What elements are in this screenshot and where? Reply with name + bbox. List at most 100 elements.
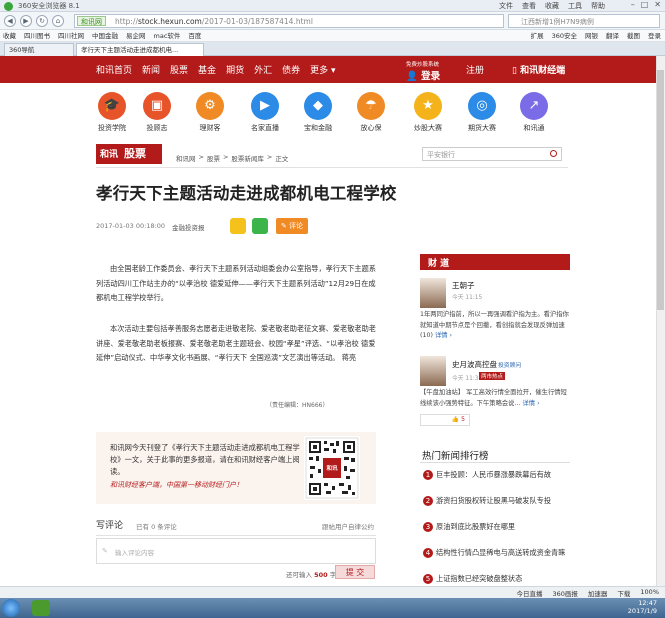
mortarboard-icon[interactable]: 🎓 <box>98 92 126 120</box>
service-label[interactable]: 理财客 <box>185 123 235 133</box>
bookmark-item[interactable]: 四川图书 <box>24 30 50 41</box>
comment-heading: 写评论 <box>96 521 124 531</box>
caijing-author-2[interactable]: 史月波高控盘 <box>452 359 497 370</box>
service-label[interactable]: 放心保 <box>346 123 396 133</box>
avatar[interactable] <box>420 278 446 308</box>
nav-forex[interactable]: 外汇 <box>254 63 272 76</box>
toolbar-translate[interactable]: 翻译 <box>606 30 619 42</box>
section-logo[interactable]: 和讯 股票 <box>96 144 162 164</box>
toolbar-ebank[interactable]: 网银 <box>585 30 598 42</box>
crumb-hexun[interactable]: 和讯网 <box>176 153 196 163</box>
nav-home[interactable]: 和讯首页 <box>96 63 132 76</box>
service-label[interactable]: 投资学院 <box>87 123 137 133</box>
service-label[interactable]: 投顾志 <box>132 123 182 133</box>
status-pictorial[interactable]: 360画报 <box>552 588 577 598</box>
bookmark-item[interactable]: 中国金融 <box>92 30 118 41</box>
browser-search-input[interactable]: 江西新增1例H7N9病例 <box>508 14 660 28</box>
crumb-stock-news[interactable]: 股票新闻库 <box>231 153 264 163</box>
close-icon[interactable]: ✕ <box>654 0 661 9</box>
weibo-share-icon[interactable] <box>230 218 246 234</box>
nav-news[interactable]: 新闻 <box>142 63 160 76</box>
crumb-stock[interactable]: 股票 <box>207 153 220 163</box>
briefcase-icon[interactable]: ▣ <box>143 92 171 120</box>
gear-icon[interactable]: ⚙ <box>196 92 224 120</box>
bookmark-item[interactable]: mac软件 <box>154 30 181 41</box>
breadcrumb: 和讯网 > 股票 > 股票新闻库 > 正文 <box>176 153 289 163</box>
back-icon[interactable]: ◀ <box>4 15 16 27</box>
toolbar-360safe[interactable]: 360安全 <box>552 30 577 42</box>
service-label[interactable]: 宝和金融 <box>293 123 343 133</box>
promo-text: 和讯网今天刊登了《孝行天下主题活动走进成都机电工程学校》一文，关于此事的更多报道… <box>110 443 300 476</box>
menu-file[interactable]: 文件 <box>499 1 513 11</box>
submit-comment-button[interactable]: 提 交 <box>335 565 375 579</box>
toolbar-login[interactable]: 登录 <box>648 30 661 42</box>
hotnews-item[interactable]: 3 原油到底比股票好在哪里 <box>420 520 578 536</box>
bookmark-item[interactable]: 收藏 <box>3 30 16 41</box>
umbrella-icon[interactable]: ☂ <box>357 92 385 120</box>
home-icon[interactable]: ⌂ <box>52 15 64 27</box>
status-accelerator[interactable]: 加速器 <box>588 588 608 598</box>
caijing-author-1[interactable]: 王朝子 <box>452 280 475 291</box>
bookmark-item[interactable]: 易企网 <box>126 30 146 41</box>
toolbar-screenshot[interactable]: 截图 <box>627 30 640 42</box>
article-paragraph-2: 本次活动主要包括孝善服务志愿者走进敬老院、爱老敬老助老征文赛、爱老敬老助老讲座、… <box>96 324 376 362</box>
nav-stock[interactable]: 股票 <box>170 63 188 76</box>
comment-textarea[interactable]: ✎ 输入评论内容 <box>96 538 376 564</box>
refresh-icon[interactable]: ↻ <box>36 15 48 27</box>
hotnews-item[interactable]: 4 结构性行情凸显稀电与高送转成资金青睐 <box>420 546 578 562</box>
trend-icon[interactable]: ↗ <box>520 92 548 120</box>
star-icon[interactable]: ★ <box>414 92 442 120</box>
browser-search-text: 江西新增1例H7N9病例 <box>521 18 594 26</box>
shield-icon[interactable]: ◆ <box>304 92 332 120</box>
menu-view[interactable]: 查看 <box>522 1 536 11</box>
menu-help[interactable]: 帮助 <box>591 1 605 11</box>
scrollbar-thumb[interactable] <box>657 70 664 310</box>
bookmark-item[interactable]: 四川社网 <box>58 30 84 41</box>
status-zoom[interactable]: 100% <box>640 588 659 598</box>
comment-header: 写评论 已有 0 条评论 跟帖用户自律公约 <box>96 518 376 536</box>
url-input[interactable]: 和讯网 http://stock.hexun.com/2017-01-03/18… <box>74 14 504 28</box>
stock-search-input[interactable]: 平安银行 <box>422 147 562 161</box>
toolbar-extensions[interactable]: 扩展 <box>531 30 544 42</box>
hotnews-item[interactable]: 2 游资扫货股权转让股黑马破发队专投 <box>420 494 578 510</box>
login-button[interactable]: 免费炒股系统 👤 登录 <box>406 60 440 82</box>
detail-link[interactable]: 详情 › <box>522 400 539 407</box>
tab-article[interactable]: 孝行天下主题活动走进成都机电... <box>76 43 204 56</box>
hotnews-item[interactable]: 1 巨丰投顾：人民币暴涨暴跌幕后有故 <box>420 468 578 484</box>
minimize-icon[interactable]: – <box>631 0 635 9</box>
tab-bar: 360导航 孝行天下主题活动走进成都机电... <box>0 42 665 56</box>
bookmark-item[interactable]: 百度 <box>188 30 201 41</box>
menu-favorites[interactable]: 收藏 <box>545 1 559 11</box>
service-label[interactable]: 期货大赛 <box>457 123 507 133</box>
status-live[interactable]: 今日直播 <box>516 588 542 598</box>
nav-futures[interactable]: 期货 <box>226 63 244 76</box>
nav-bond[interactable]: 债券 <box>282 63 300 76</box>
play-icon[interactable]: ▶ <box>251 92 279 120</box>
address-bar: ◀ ▶ ↻ ⌂ 和讯网 http://stock.hexun.com/2017-… <box>0 12 665 30</box>
menu-tools[interactable]: 工具 <box>568 1 582 11</box>
comment-rules-link[interactable]: 跟帖用户自律公约 <box>322 521 374 531</box>
url-text: http://stock.hexun.com/2017-01-03/187587… <box>115 17 313 26</box>
like-count[interactable]: 👍 5 <box>420 414 470 426</box>
forward-icon[interactable]: ▶ <box>20 15 32 27</box>
detail-link[interactable]: 详情 › <box>435 332 452 339</box>
browser-taskbar-icon[interactable] <box>32 600 50 616</box>
system-clock[interactable]: 12:47 2017/1/9 <box>628 599 657 615</box>
status-download[interactable]: 下载 <box>617 588 630 598</box>
maximize-icon[interactable]: □ <box>641 0 649 9</box>
start-button-icon[interactable] <box>2 599 20 617</box>
article-meta: 2017-01-03 00:18:00 金融投资报 <box>96 222 205 232</box>
chart-ring-icon[interactable]: ◎ <box>468 92 496 120</box>
avatar[interactable] <box>420 356 446 386</box>
tab-360-nav[interactable]: 360导航 <box>4 43 74 56</box>
article-source[interactable]: 金融投资报 <box>172 222 205 232</box>
nav-fund[interactable]: 基金 <box>198 63 216 76</box>
comment-button[interactable]: ✎ 评论 <box>276 218 308 234</box>
nav-more[interactable]: 更多 ▾ <box>310 63 335 76</box>
service-label[interactable]: 名家直播 <box>240 123 290 133</box>
wechat-share-icon[interactable] <box>252 218 268 234</box>
service-label[interactable]: 和讯通 <box>509 123 559 133</box>
app-link[interactable]: ▯ 和讯财经端 <box>512 63 565 76</box>
service-label[interactable]: 炒股大赛 <box>403 123 453 133</box>
register-link[interactable]: 注册 <box>466 63 484 76</box>
